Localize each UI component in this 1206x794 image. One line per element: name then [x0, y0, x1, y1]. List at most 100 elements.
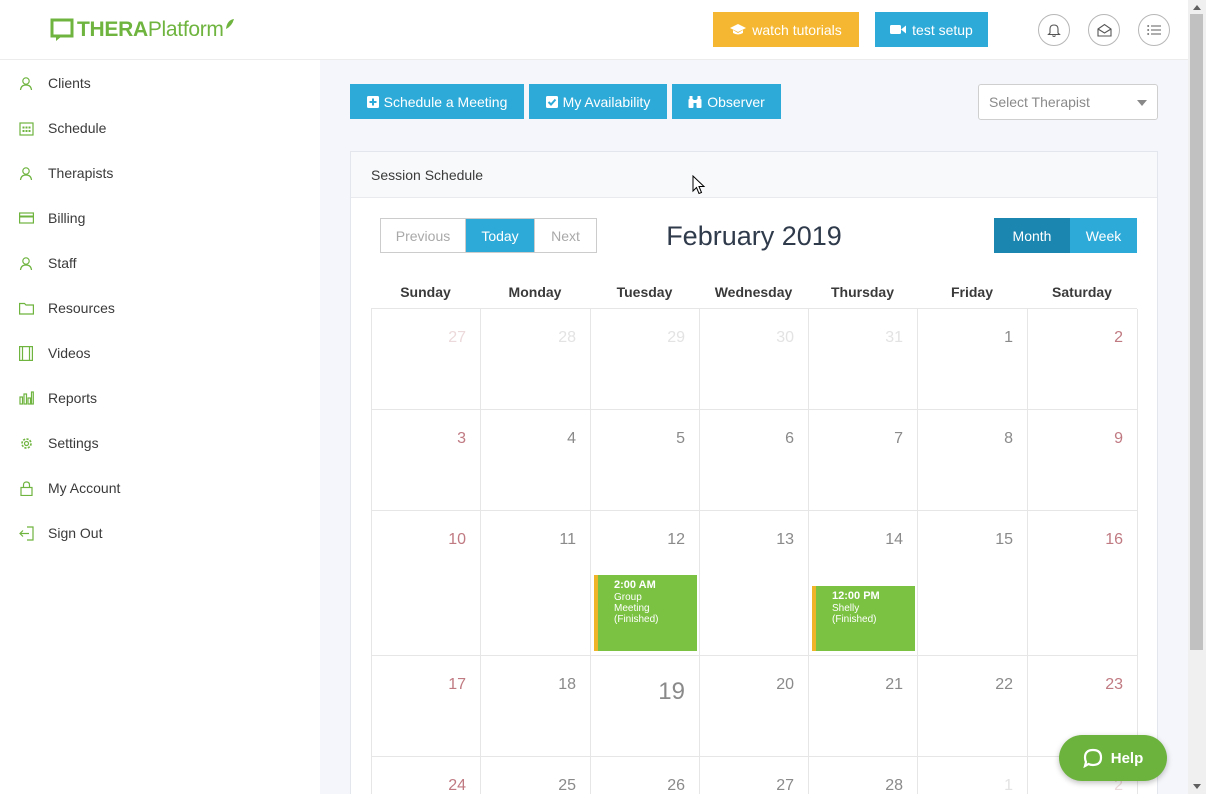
event-text: Group	[614, 592, 642, 603]
calendar-day-cell[interactable]: 9	[1028, 410, 1138, 511]
day-number: 21	[885, 676, 903, 693]
sidebar-item-label: Therapists	[48, 165, 114, 181]
calendar-day-cell[interactable]: 26	[591, 757, 700, 794]
day-number: 16	[1105, 531, 1123, 548]
next-button[interactable]: Next	[534, 219, 596, 252]
calendar-event[interactable]: 12:00 PM Shelly (Finished)	[812, 586, 915, 651]
sidebar-item-videos[interactable]: Videos	[18, 341, 91, 365]
sidebar-item-label: Resources	[48, 300, 115, 316]
help-label: Help	[1110, 749, 1144, 767]
calendar-day-cell[interactable]: 2	[1028, 309, 1138, 410]
logo-chat-icon	[50, 18, 76, 42]
scrollbar-thumb[interactable]	[1190, 14, 1203, 650]
video-camera-icon	[890, 25, 907, 34]
select-therapist-placeholder: Select Therapist	[989, 94, 1090, 110]
calendar-day-cell[interactable]: 8	[918, 410, 1028, 511]
calendar-day-cell[interactable]: 27	[372, 309, 481, 410]
calendar-day-cell[interactable]: 22	[918, 656, 1028, 757]
calendar-day-cell[interactable]: 28	[809, 757, 918, 794]
calendar-day-cell[interactable]: 18	[481, 656, 591, 757]
sidebar-item-resources[interactable]: Resources	[18, 296, 115, 320]
chevron-down-icon	[1137, 100, 1147, 106]
sidebar-item-staff[interactable]: Staff	[18, 251, 77, 275]
calendar-day-cell[interactable]: 24	[372, 757, 481, 794]
day-number: 23	[1105, 676, 1123, 693]
day-number: 22	[995, 676, 1013, 693]
select-therapist-dropdown[interactable]: Select Therapist	[978, 84, 1158, 120]
sidebar-item-label: Settings	[48, 435, 99, 451]
page-scrollbar[interactable]	[1188, 0, 1206, 794]
check-square-icon	[545, 95, 558, 108]
day-number: 13	[776, 531, 794, 548]
calendar-day-cell[interactable]: 29	[591, 309, 700, 410]
sidebar-item-clients[interactable]: Clients	[18, 71, 91, 95]
weekday-header: Sunday	[400, 284, 451, 300]
sidebar-item-settings[interactable]: Settings	[18, 431, 99, 455]
calendar-day-cell[interactable]: 5	[591, 410, 700, 511]
help-button[interactable]: Help	[1059, 735, 1167, 781]
day-number: 11	[559, 531, 576, 548]
sidebar-item-reports[interactable]: Reports	[18, 386, 97, 410]
calendar-day-cell[interactable]: 15	[918, 511, 1028, 656]
event-time: 2:00 AM	[614, 579, 656, 591]
mail-icon	[1096, 23, 1112, 37]
event-text: (Finished)	[614, 614, 659, 625]
calendar-day-cell[interactable]: 6	[700, 410, 809, 511]
day-number: 4	[567, 430, 576, 447]
watch-tutorials-button[interactable]: watch tutorials	[713, 12, 859, 47]
observer-button[interactable]: Observer	[672, 84, 781, 119]
sign-out-icon	[18, 525, 34, 541]
day-number: 19	[658, 678, 685, 705]
my-availability-button[interactable]: My Availability	[529, 84, 667, 119]
event-time: 12:00 PM	[832, 590, 880, 602]
week-view-button[interactable]: Week	[1070, 218, 1137, 253]
sidebar-item-my-account[interactable]: My Account	[18, 476, 120, 500]
calendar-day-cell[interactable]: 7	[809, 410, 918, 511]
bell-icon	[1047, 23, 1061, 37]
calendar-day-cell[interactable]: 1	[918, 757, 1028, 794]
day-number: 1	[1004, 777, 1013, 794]
calendar-icon	[18, 120, 34, 136]
calendar-day-cell[interactable]: 27	[700, 757, 809, 794]
month-view-button[interactable]: Month	[994, 218, 1070, 253]
sidebar-item-therapists[interactable]: Therapists	[18, 161, 113, 185]
film-icon	[18, 345, 34, 361]
calendar-day-cell[interactable]: 10	[372, 511, 481, 656]
menu-button[interactable]	[1138, 14, 1170, 46]
calendar-day-cell[interactable]: 31	[809, 309, 918, 410]
sidebar-item-schedule[interactable]: Schedule	[18, 116, 106, 140]
calendar-day-cell[interactable]: 28	[481, 309, 591, 410]
calendar-day-cell[interactable]: 13	[700, 511, 809, 656]
day-number: 5	[676, 430, 685, 447]
calendar-day-cell[interactable]: 16	[1028, 511, 1138, 656]
calendar-day-cell[interactable]: 19	[591, 656, 700, 757]
calendar-day-cell[interactable]: 25	[481, 757, 591, 794]
calendar-day-cell[interactable]: 4	[481, 410, 591, 511]
schedule-meeting-button[interactable]: Schedule a Meeting	[350, 84, 524, 119]
previous-button[interactable]: Previous	[381, 219, 466, 252]
test-setup-label: test setup	[912, 21, 973, 38]
calendar-day-cell[interactable]: 3	[372, 410, 481, 511]
calendar-grid: 27 28 29 30 31 1 2 3 4 5 6 7 8 9 10 11 12 13 14 15 16 17 18 19 2…	[371, 308, 1138, 794]
sidebar-item-billing[interactable]: Billing	[18, 206, 85, 230]
today-button[interactable]: Today	[466, 219, 534, 252]
scroll-down-arrow-icon[interactable]	[1193, 784, 1201, 789]
messages-button[interactable]	[1088, 14, 1120, 46]
test-setup-button[interactable]: test setup	[875, 12, 988, 47]
sidebar-item-label: Staff	[48, 255, 77, 271]
calendar-event[interactable]: 2:00 AM Group Meeting (Finished)	[594, 575, 697, 651]
sidebar-item-label: Sign Out	[48, 525, 103, 541]
scroll-up-arrow-icon[interactable]	[1193, 5, 1201, 10]
calendar-day-cell[interactable]: 11	[481, 511, 591, 656]
day-number: 28	[558, 329, 576, 346]
theraplatform-logo[interactable]: THERAPlatform	[50, 16, 235, 44]
calendar-day-cell[interactable]: 17	[372, 656, 481, 757]
calendar-day-cell[interactable]: 21	[809, 656, 918, 757]
sidebar-item-sign-out[interactable]: Sign Out	[18, 521, 102, 545]
weekday-header: Friday	[950, 284, 993, 300]
bar-chart-icon	[18, 390, 34, 406]
calendar-day-cell[interactable]: 20	[700, 656, 809, 757]
notifications-button[interactable]	[1038, 14, 1070, 46]
calendar-day-cell[interactable]: 1	[918, 309, 1028, 410]
calendar-day-cell[interactable]: 30	[700, 309, 809, 410]
